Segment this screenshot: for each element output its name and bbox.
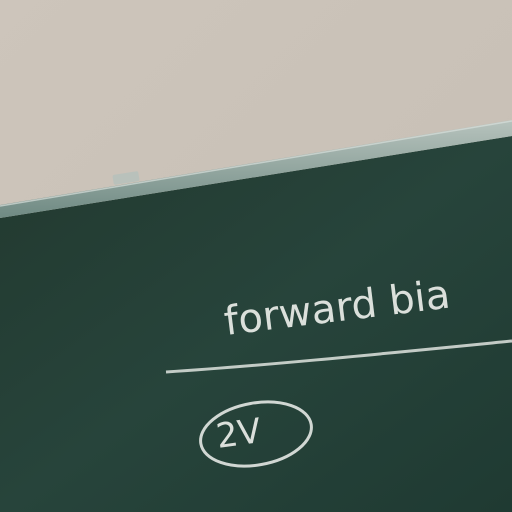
- blackboard-photo: forward bia 2V: [0, 0, 512, 512]
- classroom-scene: forward bia 2V: [0, 0, 512, 512]
- circled-value: 2V: [214, 411, 264, 457]
